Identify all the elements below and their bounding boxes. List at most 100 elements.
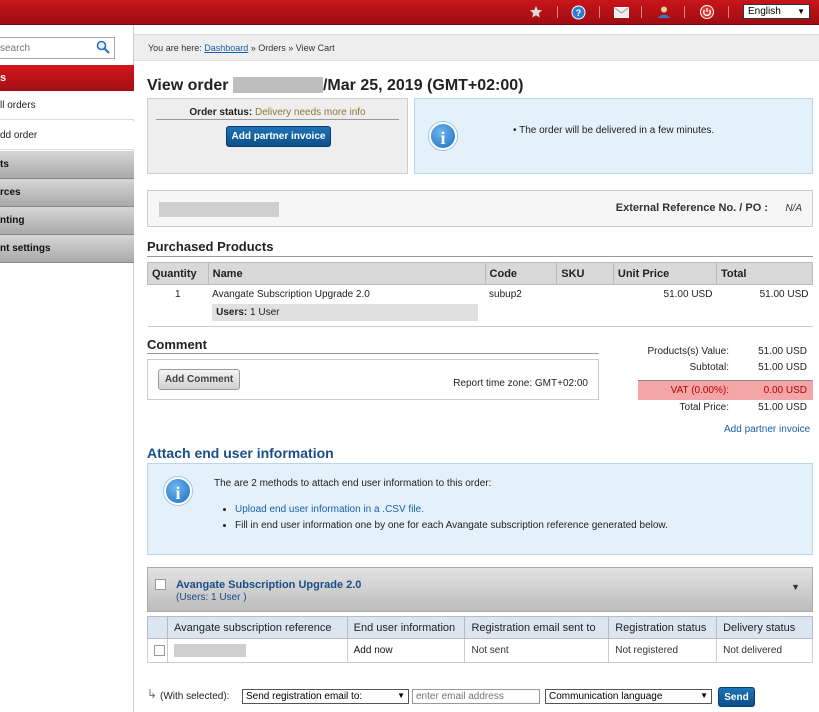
mail-icon[interactable] xyxy=(612,4,630,20)
redacted-reference xyxy=(173,644,246,657)
bulk-action-select[interactable]: Send registration email to: ▼ xyxy=(242,689,409,704)
separator xyxy=(557,6,558,18)
totals-row: Total Price: 51.00 USD xyxy=(638,402,813,418)
info-icon: i xyxy=(429,122,457,150)
divider xyxy=(147,256,813,257)
comment-panel: Add Comment Report time zone: GMT+02:00 xyxy=(147,359,599,400)
row-checkbox[interactable] xyxy=(154,645,165,656)
communication-language-value: Communication language xyxy=(549,691,663,702)
table-row: Add now Not sent Not registered Not deli… xyxy=(147,638,813,663)
sidebar-group-products[interactable]: ts xyxy=(0,151,134,179)
user-icon[interactable] xyxy=(655,4,673,20)
product-users-label: Users: xyxy=(216,307,248,318)
power-icon[interactable] xyxy=(698,4,716,20)
send-button[interactable]: Send xyxy=(718,687,755,707)
language-select[interactable]: English ▼ xyxy=(743,4,810,19)
corner-arrow-icon: ↳ xyxy=(147,687,158,701)
add-partner-invoice-link[interactable]: Add partner invoice xyxy=(724,424,810,435)
breadcrumb-dashboard-link[interactable]: Dashboard xyxy=(204,43,248,53)
column-header: Registration status xyxy=(608,616,718,639)
vat-label: VAT (0.00%): xyxy=(670,385,729,396)
product-name-cell: Avangate Subscription Upgrade 2.0 Users:… xyxy=(208,284,486,327)
order-status-label: Order status: xyxy=(189,107,253,118)
sidebar-section-orders[interactable]: s xyxy=(0,65,134,91)
upload-csv-link[interactable]: Upload end user information in a .CSV fi… xyxy=(235,504,424,515)
report-timezone: Report time zone: GMT+02:00 xyxy=(453,378,588,389)
page-title-prefix: View order xyxy=(147,77,229,94)
add-partner-invoice-button[interactable]: Add partner invoice xyxy=(226,126,331,147)
sidebar-item-add-order[interactable]: dd order xyxy=(0,121,134,150)
separator xyxy=(684,6,685,18)
subscription-table: Avangate subscription reference End user… xyxy=(147,616,813,663)
vat-value: 0.00 USD xyxy=(763,385,807,396)
registration-status-cell: Not registered xyxy=(608,638,718,663)
external-reference-label: External Reference No. / PO : xyxy=(615,202,768,214)
breadcrumb-prefix: You are here: xyxy=(148,43,202,53)
chevron-down-icon: ▼ xyxy=(797,7,805,16)
total-cell: 51.00 USD xyxy=(716,284,813,327)
list-item: Fill in end user information one by one … xyxy=(235,520,668,531)
star-icon[interactable] xyxy=(527,4,545,20)
attach-intro: The are 2 methods to attach end user inf… xyxy=(214,478,492,489)
list-item: Upload end user information in a .CSV fi… xyxy=(235,504,668,515)
order-totals: Products(s) Value: 51.00 USD Subtotal: 5… xyxy=(638,346,813,418)
unit-price-cell: 51.00 USD xyxy=(613,284,717,327)
checkbox-column-header xyxy=(147,616,168,639)
table-row: 1 Avangate Subscription Upgrade 2.0 User… xyxy=(147,284,813,327)
subscription-reference-cell xyxy=(166,638,348,663)
products-value: 51.00 USD xyxy=(758,346,807,357)
product-users-value: 1 User xyxy=(250,307,280,318)
subtotal-value: 51.00 USD xyxy=(758,362,807,373)
sidebar-group-account-settings[interactable]: nt settings xyxy=(0,235,134,263)
vat-row: VAT (0.00%): 0.00 USD xyxy=(638,380,813,400)
column-header: Registration email sent to xyxy=(464,616,610,639)
external-reference-value: N/A xyxy=(785,203,802,214)
breadcrumb-rest: » Orders » View Cart xyxy=(250,43,335,53)
redacted-order-number xyxy=(232,77,323,93)
purchased-products-title: Purchased Products xyxy=(147,239,274,254)
product-sku-cell xyxy=(556,284,614,327)
external-reference-panel: External Reference No. / PO : N/A xyxy=(147,190,813,227)
comment-title: Comment xyxy=(147,337,207,352)
with-selected-label: (With selected): xyxy=(160,691,230,702)
search-input[interactable] xyxy=(0,38,90,58)
breadcrumb: You are here: Dashboard » Orders » View … xyxy=(134,35,819,61)
subscription-users: (Users: 1 User ) xyxy=(176,592,247,603)
delivery-info-panel: i • The order will be delivered in a few… xyxy=(414,98,813,174)
subscription-name: Avangate Subscription Upgrade 2.0 xyxy=(176,579,362,591)
column-header: Name xyxy=(207,262,486,285)
communication-language-select[interactable]: Communication language ▼ xyxy=(545,689,712,704)
row-checkbox-cell xyxy=(147,638,168,663)
search-icon[interactable] xyxy=(96,40,110,57)
totals-row: Products(s) Value: 51.00 USD xyxy=(638,346,813,362)
sidebar-search xyxy=(0,37,115,59)
add-now-link[interactable]: Add now xyxy=(346,638,466,663)
product-name: Avangate Subscription Upgrade 2.0 xyxy=(212,289,370,300)
email-sent-cell: Not sent xyxy=(464,638,610,663)
redacted-customer xyxy=(159,202,279,217)
column-header: Delivery status xyxy=(716,616,813,639)
add-comment-button[interactable]: Add Comment xyxy=(158,369,240,390)
info-icon: i xyxy=(164,477,192,505)
column-header: Total xyxy=(715,262,814,285)
sidebar-item-all-orders[interactable]: ll orders xyxy=(0,91,134,120)
subscription-select-all-checkbox[interactable] xyxy=(155,579,166,590)
chevron-down-icon: ▼ xyxy=(397,691,405,700)
order-status-line: Order status: Delivery needs more info xyxy=(156,107,399,120)
sidebar-group-resources[interactable]: rces xyxy=(0,179,134,207)
column-header: SKU xyxy=(556,262,614,285)
subscription-header[interactable]: Avangate Subscription Upgrade 2.0 (Users… xyxy=(147,567,813,612)
separator xyxy=(599,6,600,18)
header-stripe xyxy=(134,25,819,35)
attach-methods-list: Upload end user information in a .CSV fi… xyxy=(235,504,668,536)
quantity-cell: 1 xyxy=(147,284,209,327)
attach-info-panel: i The are 2 methods to attach end user i… xyxy=(147,463,813,555)
subtotal-label: Subtotal: xyxy=(689,362,729,373)
sidebar-group-reporting[interactable]: nting xyxy=(0,207,134,235)
page-title-date: /Mar 25, 2019 (GMT+02:00) xyxy=(322,77,524,94)
email-address-input[interactable] xyxy=(412,689,540,704)
product-code-cell: subup2 xyxy=(485,284,557,327)
column-header: End user information xyxy=(346,616,466,639)
chevron-down-icon[interactable]: ▼ xyxy=(791,582,800,592)
help-icon[interactable]: ? xyxy=(569,4,587,20)
